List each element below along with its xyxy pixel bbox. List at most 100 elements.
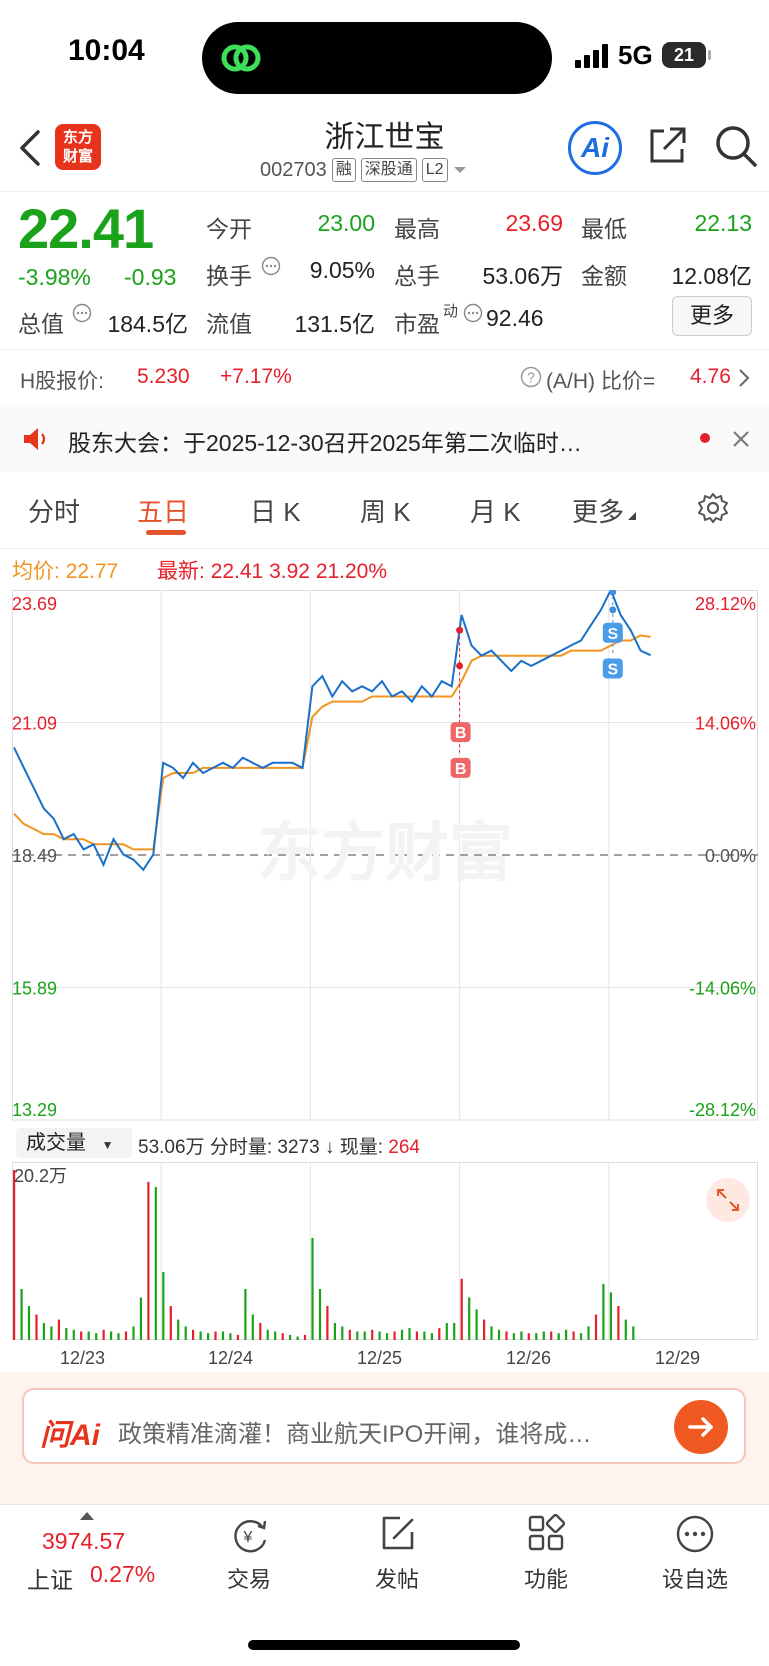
dropdown-icon[interactable]	[453, 165, 467, 175]
volume-bar	[35, 1314, 38, 1340]
apps-icon[interactable]	[527, 1514, 565, 1552]
battery-tip	[708, 50, 711, 60]
more-dots-icon[interactable]	[675, 1514, 715, 1554]
expand-icon	[717, 1189, 739, 1211]
chevron-right-icon[interactable]	[738, 368, 750, 388]
volume-bar	[229, 1333, 232, 1340]
volume-bar	[192, 1329, 195, 1340]
volume-bar	[483, 1319, 486, 1340]
volume-bar	[311, 1238, 314, 1340]
volume-bar	[72, 1329, 75, 1340]
expand-button[interactable]	[706, 1178, 750, 1222]
now-volume-label: 现量:	[339, 1137, 384, 1158]
turnover-label: 换手	[206, 263, 252, 289]
volume-bar	[326, 1306, 329, 1340]
latest-change: 3.92	[269, 560, 310, 583]
down-arrow-icon: ↓	[324, 1137, 335, 1158]
divider	[0, 548, 769, 549]
volume-bar	[632, 1326, 635, 1340]
tab-daily-k[interactable]: 日 K	[250, 492, 301, 529]
volume-bar	[386, 1333, 389, 1340]
compose-icon[interactable]	[378, 1514, 418, 1554]
pe-label: 市盈	[394, 311, 440, 337]
volume-chart[interactable]: 20.2万	[12, 1162, 758, 1342]
volume-bar	[251, 1314, 254, 1340]
volume-bar	[445, 1323, 448, 1340]
status-time: 10:04	[68, 34, 145, 67]
change-percent: -3.98%	[18, 264, 91, 290]
info-icon[interactable]	[261, 256, 281, 276]
index-value[interactable]: 3974.57	[42, 1528, 125, 1555]
volume-bar	[139, 1297, 142, 1340]
index-percent[interactable]: 0.27%	[90, 1561, 155, 1588]
volume-bar	[274, 1331, 277, 1340]
volume-bar	[527, 1333, 530, 1340]
volume-bar	[80, 1331, 83, 1340]
volume-bar	[348, 1329, 351, 1340]
volume-bar	[259, 1323, 262, 1340]
volume-bar	[602, 1283, 605, 1340]
more-quote-button[interactable]: 更多	[672, 296, 752, 336]
volume-bar	[154, 1187, 157, 1340]
index-name[interactable]: 上证	[27, 1561, 73, 1595]
volume-max-label: 20.2万	[14, 1166, 67, 1186]
notice-text[interactable]: 股东大会：于2025-12-30召开2025年第二次临时…	[68, 424, 678, 458]
close-icon[interactable]	[732, 430, 750, 448]
help-icon[interactable]: ?	[520, 366, 542, 388]
volume-frame	[12, 1162, 758, 1340]
indicator-select[interactable]: 成交量 ▼	[16, 1128, 132, 1158]
volume-bar	[438, 1328, 441, 1340]
volume-bar	[177, 1319, 180, 1340]
buy-dot	[456, 662, 464, 670]
tab-intraday[interactable]: 分时	[28, 492, 80, 529]
latest-readout: 最新: 22.41 3.92 21.20%	[157, 555, 387, 585]
tab-five-day[interactable]: 五日	[137, 492, 189, 529]
open-label: 今开	[206, 216, 252, 242]
nav-trade[interactable]: 交易	[189, 1562, 309, 1594]
tab-weekly-k[interactable]: 周 K	[360, 492, 411, 529]
ai-button[interactable]: Ai	[568, 121, 622, 175]
trade-icon[interactable]: ¥	[229, 1516, 271, 1556]
volume-bar	[341, 1326, 344, 1340]
percent-tick-label: 28.12%	[695, 594, 756, 614]
volume-bar	[363, 1331, 366, 1340]
volume-bar	[393, 1331, 396, 1340]
volume-bar	[400, 1329, 404, 1340]
volume-bar	[580, 1333, 583, 1340]
gear-icon[interactable]	[697, 492, 729, 524]
info-icon[interactable]	[72, 303, 92, 323]
latest-label: 最新:	[157, 560, 205, 583]
info-icon[interactable]	[463, 303, 483, 323]
avg-price-label: 均价:	[12, 560, 60, 583]
nav-post[interactable]: 发帖	[337, 1562, 457, 1594]
share-icon[interactable]	[646, 125, 688, 167]
ai-prompt-text[interactable]: 政策精准滴灌！商业航天IPO开闸，谁将成…	[118, 1414, 658, 1449]
ai-go-button[interactable]	[674, 1400, 728, 1454]
five-day-chart[interactable]: 东方财富 23.69 28.12% 21.09 14.06% 18.49 0.00% 15.8…	[12, 590, 758, 1122]
date-label: 12/23	[60, 1348, 106, 1368]
volume-bar	[87, 1331, 90, 1340]
volume-bar	[318, 1289, 322, 1340]
latest-value: 22.41	[210, 560, 264, 583]
low-label: 最低	[581, 216, 627, 242]
volume-bar	[520, 1331, 523, 1340]
volume-bar	[587, 1326, 590, 1340]
hshare-label: H股报价:	[20, 370, 104, 393]
nav-watchlist[interactable]: 设自选	[635, 1562, 755, 1594]
volume-bar	[207, 1333, 210, 1340]
nav-functions[interactable]: 功能	[486, 1562, 606, 1594]
date-label: 12/25	[357, 1348, 403, 1368]
tab-more[interactable]: 更多	[572, 492, 624, 529]
search-icon[interactable]	[714, 124, 758, 168]
volume-bar	[423, 1331, 426, 1340]
tab-monthly-k[interactable]: 月 K	[470, 492, 521, 529]
volume-bar	[550, 1331, 553, 1340]
svg-text:¥: ¥	[243, 1529, 253, 1546]
indicator-select-label: 成交量	[26, 1132, 86, 1154]
ah-ratio-value: 4.76	[690, 365, 731, 388]
volume-bar	[460, 1278, 463, 1340]
tick-volume-label: 分时量:	[209, 1137, 273, 1158]
price-tick-label: 23.69	[12, 594, 57, 614]
hshare-price: 5.230	[137, 365, 190, 388]
corner-triangle-icon	[628, 512, 636, 520]
